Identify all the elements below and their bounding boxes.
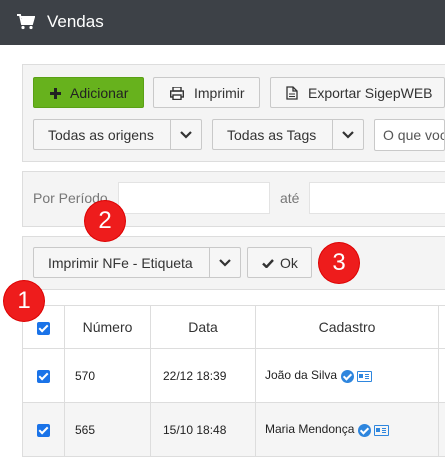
ok-button[interactable]: Ok [247, 247, 312, 278]
ok-button-label: Ok [280, 255, 298, 271]
step-badge-3: 3 [319, 243, 359, 283]
search-placeholder: O que voce [383, 127, 444, 143]
row-checkbox[interactable] [37, 369, 50, 383]
tags-dropdown-toggle[interactable] [332, 120, 363, 149]
chevron-down-icon [342, 130, 354, 139]
column-header-cadastro[interactable]: Cadastro [255, 305, 439, 349]
add-button-label: Adicionar [70, 85, 129, 101]
bulk-action-dropdown-toggle[interactable] [209, 248, 240, 277]
export-button-label: Exportar SigepWEB [308, 85, 433, 101]
plus-icon [50, 88, 61, 99]
chevron-down-icon [180, 130, 192, 139]
verified-icon [358, 423, 372, 437]
cell-cadastro: João da Silva [255, 348, 439, 403]
tags-select[interactable]: Todas as Tags [212, 119, 364, 150]
customer-name[interactable]: João da Silva [265, 368, 337, 382]
origins-select-value: Todas as origens [48, 127, 154, 143]
window-titlebar: Vendas [0, 0, 445, 45]
origins-select[interactable]: Todas as origens [33, 119, 202, 150]
print-button[interactable]: Imprimir [153, 77, 260, 108]
select-all-checkbox[interactable] [37, 321, 50, 335]
row-checkbox-cell [22, 402, 65, 457]
row-checkbox[interactable] [37, 423, 50, 437]
table-row[interactable]: 565 15/10 18:48 Maria Mendonça [22, 402, 445, 457]
column-header-numero[interactable]: Número [64, 305, 151, 349]
row-checkbox-cell [22, 348, 65, 403]
customer-name[interactable]: Maria Mendonça [265, 422, 354, 436]
shopping-cart-icon [17, 14, 35, 30]
search-input[interactable]: O que voce [374, 119, 445, 151]
period-until-label: até [280, 190, 300, 206]
period-start-input[interactable] [118, 182, 270, 214]
column-header-extra [438, 305, 445, 349]
cell-data: 15/10 18:48 [150, 402, 256, 457]
table-header-row: Número Data Cadastro [22, 305, 445, 349]
check-icon [262, 259, 274, 268]
window-title: Vendas [47, 12, 104, 31]
chevron-down-icon [219, 258, 231, 267]
origins-dropdown-toggle[interactable] [170, 120, 201, 149]
step-badge-2: 2 [85, 201, 125, 241]
id-card-icon[interactable] [357, 370, 373, 382]
column-header-data[interactable]: Data [150, 305, 256, 349]
tags-select-value: Todas as Tags [227, 127, 317, 143]
cell-extra [438, 402, 445, 457]
print-button-label: Imprimir [194, 85, 245, 101]
id-card-icon[interactable] [374, 424, 390, 436]
cell-extra [438, 348, 445, 403]
cell-numero: 570 [64, 348, 151, 403]
file-icon [286, 86, 298, 100]
bulk-action-select[interactable]: Imprimir NFe - Etiqueta [33, 247, 241, 278]
cell-cadastro: Maria Mendonça [255, 402, 439, 457]
add-button[interactable]: Adicionar [33, 77, 144, 108]
table-row[interactable]: 570 22/12 18:39 João da Silva [22, 348, 445, 403]
sales-table: Número Data Cadastro 570 22/12 18:39 Joã… [22, 305, 445, 457]
export-sigepweb-button[interactable]: Exportar SigepWEB [270, 77, 445, 108]
cell-numero: 565 [64, 402, 151, 457]
verified-icon [341, 369, 355, 383]
cell-data: 22/12 18:39 [150, 348, 256, 403]
step-badge-1: 1 [4, 281, 44, 321]
printer-icon [170, 87, 184, 100]
bulk-action-value: Imprimir NFe - Etiqueta [48, 255, 193, 271]
period-end-input[interactable] [309, 182, 445, 214]
